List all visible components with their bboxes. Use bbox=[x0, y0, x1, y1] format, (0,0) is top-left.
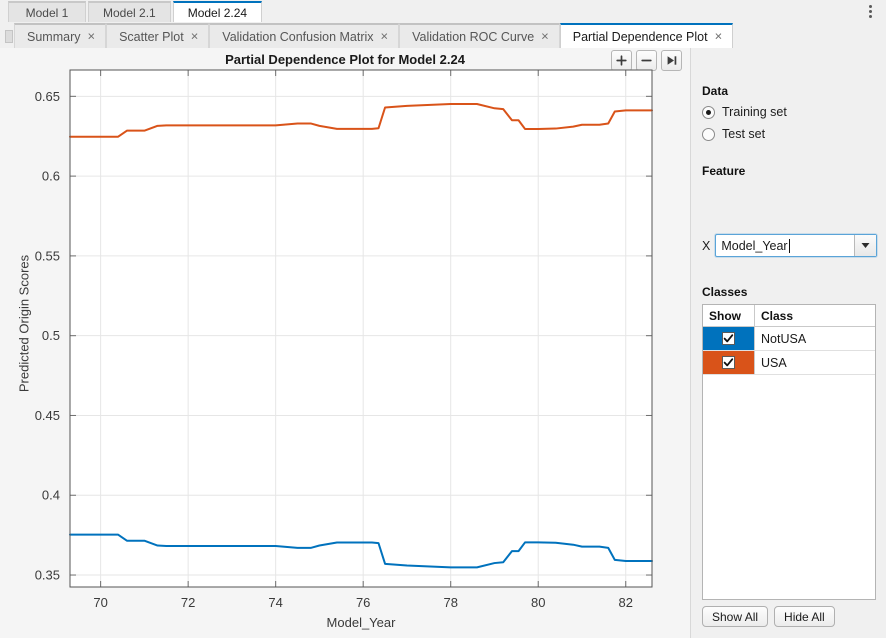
close-icon[interactable]: × bbox=[541, 30, 549, 43]
plot-area[interactable]: 0.35 0.4 0.45 0.5 0.55 0.6 0.65 70 72 74 76 78 80 82 … bbox=[0, 48, 690, 638]
model-tab-1[interactable]: Model 2.1 bbox=[88, 1, 171, 22]
class-name-cell: USA bbox=[755, 351, 875, 374]
feature-axis-label: X bbox=[702, 238, 711, 253]
x-tick-label: 80 bbox=[531, 595, 545, 610]
tab-bar-grip-handle[interactable] bbox=[5, 30, 13, 43]
classes-table-row[interactable]: NotUSA bbox=[703, 327, 875, 351]
close-icon[interactable]: × bbox=[87, 30, 95, 43]
feature-selector-row: X Model_Year bbox=[702, 234, 878, 257]
classes-table-empty-space bbox=[703, 375, 875, 599]
y-tick-label: 0.6 bbox=[42, 169, 60, 184]
close-icon[interactable]: × bbox=[715, 30, 723, 43]
class-color-swatch bbox=[703, 351, 755, 374]
data-section-heading: Data bbox=[702, 84, 729, 98]
x-tick-label: 70 bbox=[93, 595, 107, 610]
y-tick-label: 0.65 bbox=[35, 89, 60, 104]
show-class-checkbox[interactable] bbox=[722, 356, 735, 369]
close-icon[interactable]: × bbox=[381, 30, 389, 43]
radio-training-set-label: Training set bbox=[722, 105, 787, 119]
y-axis-label: Predicted Origin Scores bbox=[16, 254, 32, 393]
x-axis-label: Model_Year bbox=[326, 615, 396, 630]
radio-test-set-indicator bbox=[702, 127, 715, 141]
model-tab-list: Model 1 Model 2.1 Model 2.24 bbox=[8, 0, 264, 22]
model-tab-2[interactable]: Model 2.24 bbox=[172, 1, 263, 22]
partial-dependence-chart[interactable]: 0.35 0.4 0.45 0.5 0.55 0.6 0.65 70 72 74 76 78 80 82 bbox=[0, 48, 690, 638]
kebab-menu-icon[interactable] bbox=[862, 2, 878, 20]
close-icon[interactable]: × bbox=[191, 30, 199, 43]
classes-table-row[interactable]: USA bbox=[703, 351, 875, 375]
document-tab-bar: Summary × Scatter Plot × Validation Confusio… bbox=[0, 22, 886, 49]
y-tick-label: 0.5 bbox=[42, 328, 60, 343]
document-tab-label: Scatter Plot bbox=[119, 29, 184, 44]
class-color-swatch bbox=[703, 327, 755, 350]
radio-test-set[interactable]: Test set bbox=[702, 127, 765, 141]
x-tick-label: 82 bbox=[619, 595, 633, 610]
x-tick-label: 72 bbox=[181, 595, 195, 610]
feature-combobox[interactable]: Model_Year bbox=[715, 234, 878, 257]
feature-section-heading: Feature bbox=[702, 164, 746, 178]
document-tab-label: Summary bbox=[27, 29, 81, 44]
document-tab-label: Validation ROC Curve bbox=[412, 29, 535, 44]
feature-combobox-input[interactable]: Model_Year bbox=[716, 235, 854, 256]
show-class-checkbox[interactable] bbox=[722, 332, 735, 345]
classes-action-buttons: Show All Hide All bbox=[702, 606, 835, 627]
radio-test-set-label: Test set bbox=[722, 127, 766, 141]
document-tab-2[interactable]: Validation Confusion Matrix × bbox=[209, 23, 400, 48]
column-header-class: Class bbox=[761, 308, 794, 323]
chart-panel: Partial Dependence Plot for Model 2.24 0… bbox=[0, 48, 690, 638]
model-tab-label: Model 2.1 bbox=[103, 5, 156, 20]
model-tab-0[interactable]: Model 1 bbox=[8, 1, 86, 22]
model-tab-label: Model 2.24 bbox=[187, 5, 248, 20]
radio-training-set[interactable]: Training set bbox=[702, 105, 787, 119]
y-tick-label: 0.45 bbox=[35, 408, 60, 423]
show-all-button[interactable]: Show All bbox=[702, 606, 769, 627]
document-tab-label: Validation Confusion Matrix bbox=[222, 29, 374, 44]
plot-background bbox=[70, 70, 652, 587]
radio-training-set-indicator bbox=[702, 105, 715, 119]
hide-all-button[interactable]: Hide All bbox=[774, 606, 835, 627]
document-tab-0[interactable]: Summary × bbox=[14, 23, 107, 48]
chevron-down-icon[interactable] bbox=[854, 235, 877, 256]
class-name-cell: NotUSA bbox=[755, 327, 875, 350]
partial-dependence-plot-window: Model 1 Model 2.1 Model 2.24 Summary × Scatt… bbox=[0, 0, 886, 638]
model-tab-label: Model 1 bbox=[25, 5, 69, 20]
options-side-panel: Data Training set Test set Feature X Mod… bbox=[690, 48, 886, 638]
document-tab-list: Summary × Scatter Plot × Validation Confusio… bbox=[14, 22, 734, 48]
feature-combobox-value: Model_Year bbox=[721, 238, 788, 253]
document-tab-label: Partial Dependence Plot bbox=[572, 29, 708, 44]
document-tab-3[interactable]: Validation ROC Curve × bbox=[399, 23, 560, 48]
y-tick-label: 0.35 bbox=[35, 568, 60, 583]
x-tick-label: 78 bbox=[443, 595, 457, 610]
model-tab-bar: Model 1 Model 2.1 Model 2.24 bbox=[0, 0, 886, 23]
classes-table-header: Show Class bbox=[703, 305, 875, 327]
y-tick-label: 0.55 bbox=[35, 248, 60, 263]
classes-table-body: NotUSA USA bbox=[703, 327, 875, 375]
text-cursor bbox=[788, 238, 790, 253]
y-tick-label: 0.4 bbox=[42, 488, 60, 503]
column-header-show: Show bbox=[703, 305, 755, 326]
x-tick-label: 74 bbox=[268, 595, 282, 610]
x-tick-label: 76 bbox=[356, 595, 370, 610]
classes-table: Show Class NotUSA USA bbox=[702, 304, 876, 600]
document-tab-1[interactable]: Scatter Plot × bbox=[106, 23, 210, 48]
document-tab-4[interactable]: Partial Dependence Plot × bbox=[559, 23, 734, 48]
classes-section-heading: Classes bbox=[702, 285, 748, 299]
